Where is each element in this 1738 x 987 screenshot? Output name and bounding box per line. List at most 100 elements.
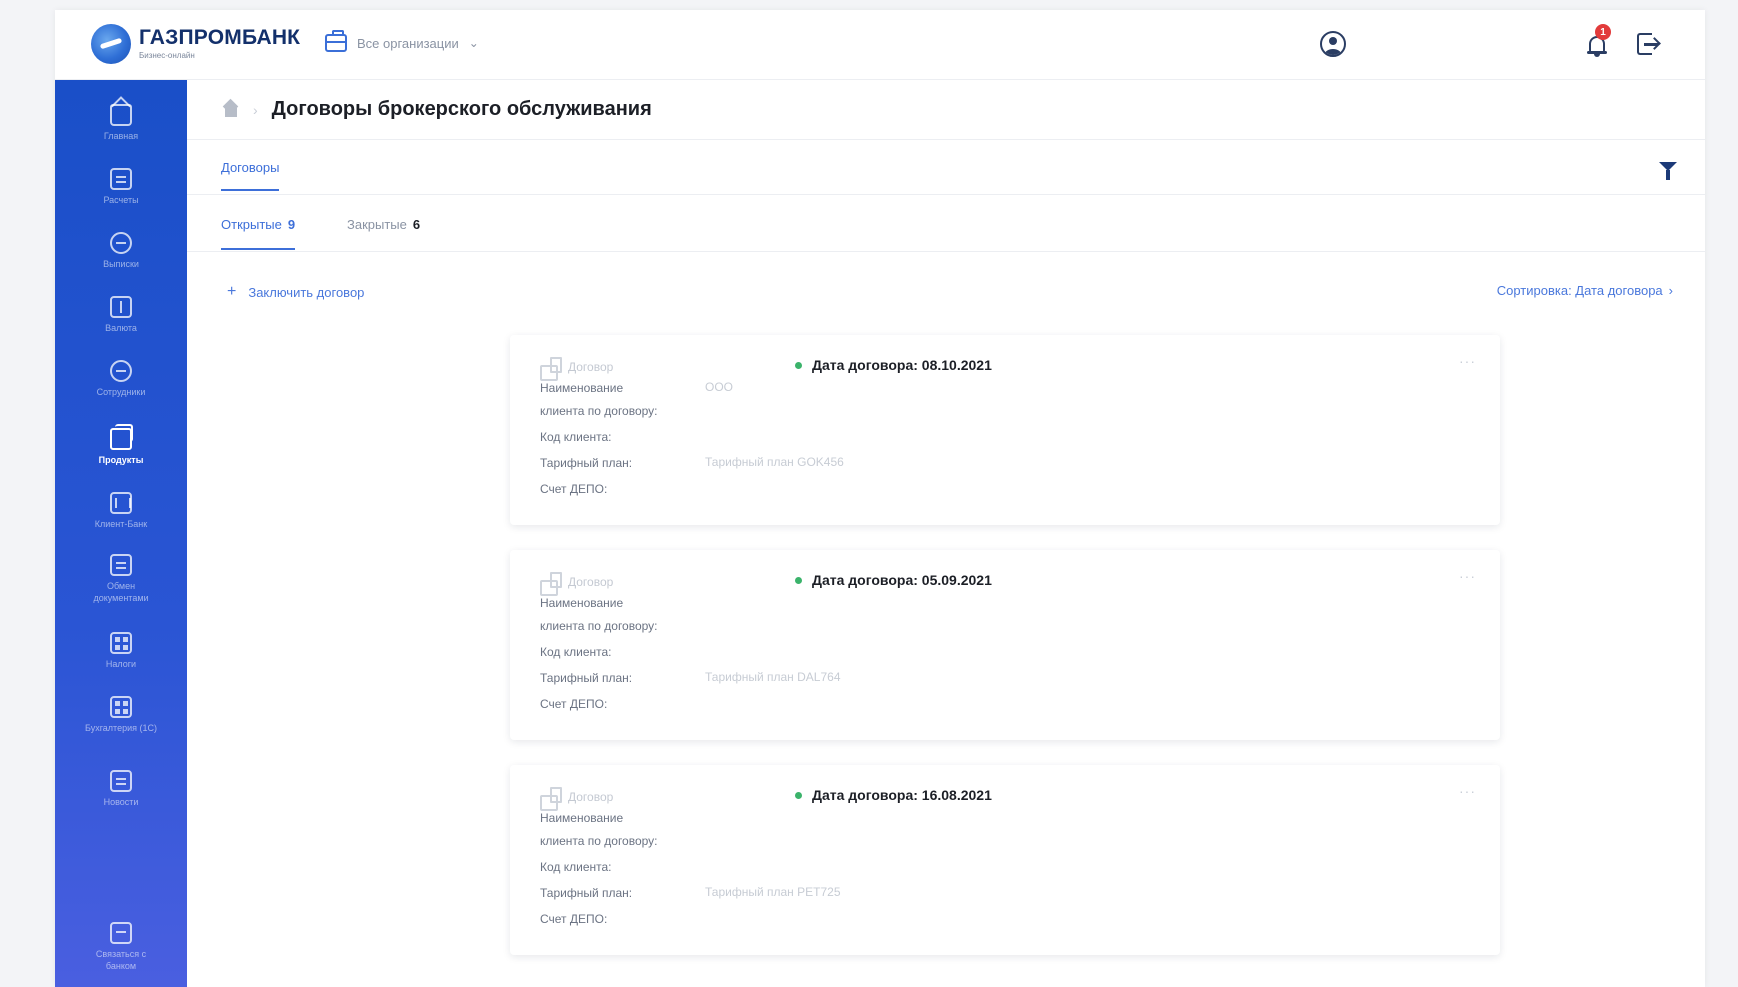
top-header: ГАЗПРОМБАНК Бизнес-онлайн Все организаци… xyxy=(55,10,1705,80)
client-code-label: Код клиента: xyxy=(540,860,612,874)
sidebar-item-home[interactable]: Главная xyxy=(55,104,187,142)
sort-label: Сортировка: Дата договора xyxy=(1496,283,1663,298)
notifications-badge: 1 xyxy=(1595,24,1611,40)
sidebar-item-label: Бухгалтерия (1С) xyxy=(85,723,157,733)
tariff-label: Тарифный план: xyxy=(540,886,633,900)
briefcase-icon xyxy=(325,30,347,52)
add-contract-button[interactable]: + Заключить договор xyxy=(227,283,364,301)
tariff-value: Тарифный план DAL764 xyxy=(705,670,841,684)
tariff-value: Тарифный план GOK456 xyxy=(705,455,844,469)
depo-label: Счет ДЕПО: xyxy=(540,482,608,496)
client-name-label-2: клиента по договору: xyxy=(540,834,658,848)
tab-closed-count: 6 xyxy=(412,217,421,232)
add-contract-label: Заключить договор xyxy=(248,284,365,300)
page-title: Договоры брокерского обслуживания xyxy=(271,98,652,120)
contract-date-text: Дата договора: 05.09.2021 xyxy=(812,572,992,588)
tariff-value: Тарифный план PET725 xyxy=(705,885,841,899)
organization-selector[interactable]: Все организации ⌄ xyxy=(325,30,479,52)
client-code-label: Код клиента: xyxy=(540,645,612,659)
sidebar-item-client-bank[interactable]: Клиент-Банк xyxy=(55,492,187,530)
breadcrumb-home-icon[interactable] xyxy=(223,103,239,117)
contract-date: Дата договора: 05.09.2021 xyxy=(795,572,992,588)
chevron-down-icon: ⌄ xyxy=(468,36,479,50)
more-options-icon[interactable]: ··· xyxy=(1459,568,1476,584)
sidebar-item-label: Выписки xyxy=(103,259,139,269)
logout-icon[interactable] xyxy=(1637,33,1659,57)
contract-date: Дата договора: 16.08.2021 xyxy=(795,787,992,803)
sidebar-item-payments[interactable]: Расчеты xyxy=(55,168,187,206)
sidebar-item-label: Расчеты xyxy=(103,195,139,205)
statements-icon xyxy=(110,232,132,254)
contract-type: Договор xyxy=(540,572,613,596)
sort-dropdown[interactable]: Сортировка: Дата договора › xyxy=(1497,283,1673,298)
sidebar-item-statements[interactable]: Выписки xyxy=(55,232,187,270)
products-icon xyxy=(110,424,133,450)
sidebar-item-news[interactable]: Новости xyxy=(55,770,187,808)
client-name-label-2: клиента по договору: xyxy=(540,404,658,418)
contract-icon xyxy=(540,357,562,381)
sidebar-item-label: Клиент-Банк xyxy=(94,519,148,529)
bank-logo[interactable]: ГАЗПРОМБАНК Бизнес-онлайн xyxy=(91,24,300,64)
logo-emblem-icon xyxy=(91,24,131,64)
tab-open-label: Открытые xyxy=(221,217,282,232)
contract-card[interactable]: Договор Дата договора: 05.09.2021 ··· На… xyxy=(510,550,1500,740)
contract-type: Договор xyxy=(540,357,614,381)
tab-open-count: 9 xyxy=(287,217,296,232)
sidebar-item-label: Главная xyxy=(103,131,139,141)
section-tabs: Договоры xyxy=(187,140,1705,195)
sidebar-item-label: Сотрудники xyxy=(96,387,146,397)
contract-card[interactable]: Договор Дата договора: 16.08.2021 ··· На… xyxy=(510,765,1500,955)
plus-icon: + xyxy=(227,283,237,300)
more-options-icon[interactable]: ··· xyxy=(1459,353,1476,369)
sidebar-item-employees[interactable]: Сотрудники xyxy=(55,360,187,398)
employees-icon xyxy=(110,360,132,382)
breadcrumb-separator-icon: › xyxy=(253,101,258,118)
contract-icon xyxy=(540,787,562,811)
tariff-label: Тарифный план: xyxy=(540,456,633,470)
contract-type-label: Договор xyxy=(568,360,614,374)
tariff-label: Тарифный план: xyxy=(540,671,633,685)
more-options-icon[interactable]: ··· xyxy=(1459,783,1476,799)
contract-date: Дата договора: 08.10.2021 xyxy=(795,357,992,373)
sidebar-item-currency[interactable]: Валюта xyxy=(55,296,187,334)
logo-name: ГАЗПРОМБАНК xyxy=(139,26,301,49)
taxes-icon xyxy=(110,632,132,654)
sidebar-item-label: Связаться с банком xyxy=(95,949,147,971)
sidebar-item-taxes[interactable]: Налоги xyxy=(55,632,187,670)
organization-selector-value: Все организации xyxy=(357,35,459,51)
sidebar-item-label: Новости xyxy=(103,797,139,807)
app-window: ГАЗПРОМБАНК Бизнес-онлайн Все организаци… xyxy=(55,10,1705,987)
filter-icon[interactable] xyxy=(1659,162,1677,180)
user-profile-icon[interactable] xyxy=(1320,31,1346,57)
status-dot-icon xyxy=(795,361,802,369)
tab-contracts[interactable]: Договоры xyxy=(221,160,280,191)
sidebar-item-document-exchange[interactable]: Обмен документами xyxy=(55,554,187,604)
sidebar-item-label: Валюта xyxy=(105,323,137,333)
sidebar-item-label: Налоги xyxy=(105,659,137,669)
contract-type-label: Договор xyxy=(568,790,614,804)
payments-icon xyxy=(110,168,132,190)
status-dot-icon xyxy=(795,791,802,799)
client-name-label: Наименование xyxy=(540,596,624,610)
status-tabs: Открытые 9 Закрытые 6 xyxy=(187,195,1705,252)
sidebar: Главная Расчеты Выписки Валюта Сотрудник… xyxy=(55,80,187,987)
tab-closed[interactable]: Закрытые 6 xyxy=(347,217,420,232)
client-name-label: Наименование xyxy=(540,381,624,395)
sidebar-item-contact-bank[interactable]: Связаться с банком xyxy=(55,922,187,972)
contract-card[interactable]: Договор Дата договора: 08.10.2021 ··· На… xyxy=(510,335,1500,525)
tab-open[interactable]: Открытые 9 xyxy=(221,217,296,250)
client-name-value: ООО xyxy=(705,380,734,394)
contract-type: Договор xyxy=(540,787,614,811)
exchange-icon xyxy=(110,554,132,576)
tab-closed-label: Закрытые xyxy=(347,217,407,232)
contract-icon xyxy=(540,572,562,596)
client-name-label-2: клиента по договору: xyxy=(540,619,658,633)
status-dot-icon xyxy=(795,576,802,584)
chevron-down-icon: › xyxy=(1668,283,1673,298)
currency-icon xyxy=(110,296,132,318)
news-icon xyxy=(110,770,132,792)
sidebar-item-accounting[interactable]: Бухгалтерия (1С) xyxy=(55,696,187,734)
sidebar-item-label: Продукты xyxy=(98,455,144,465)
sidebar-item-products[interactable]: Продукты xyxy=(55,424,187,466)
breadcrumb: › Договоры брокерского обслуживания xyxy=(187,80,1705,140)
